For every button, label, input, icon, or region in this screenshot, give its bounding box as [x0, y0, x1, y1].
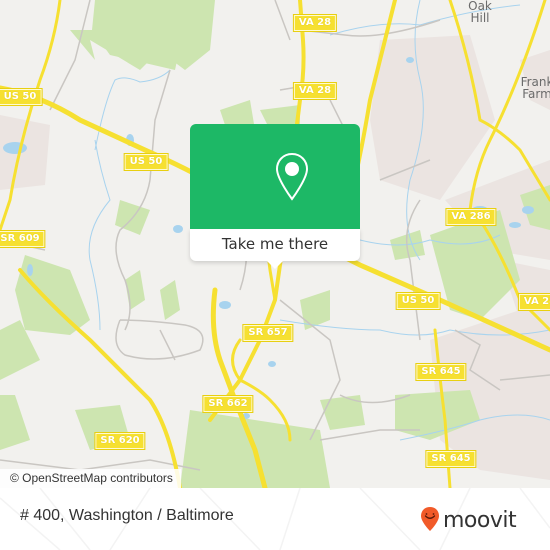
location-popup: Take me there: [190, 124, 360, 269]
footer: # 400, Washington / Baltimore moovit: [0, 488, 550, 550]
place-label-franklin-farm: Frank Farm: [521, 76, 550, 100]
route-shield-va-28: VA 28: [292, 82, 338, 100]
route-shield-sr-645: SR 645: [415, 363, 467, 381]
route-shield-sr-620: SR 620: [94, 432, 146, 450]
route-shield-us-50: US 50: [395, 292, 441, 310]
route-shield-va-28: VA 28: [292, 14, 338, 32]
take-me-there-button[interactable]: Take me there: [190, 229, 360, 261]
place-label-oak-hill: Oak Hill: [468, 0, 492, 24]
moovit-pin-smile-icon: [420, 506, 440, 536]
moovit-wordmark: moovit: [443, 508, 517, 533]
route-shield-va-286: VA 286: [445, 208, 497, 226]
moovit-logo[interactable]: moovit: [420, 506, 517, 536]
route-shield-va-28: VA 28: [517, 293, 550, 311]
route-shield-sr-645: SR 645: [425, 450, 477, 468]
popup-pointer: [267, 261, 283, 269]
route-shield-us-50: US 50: [123, 153, 169, 171]
road-sr-609: [0, 0, 62, 232]
route-shield-sr-657: SR 657: [242, 324, 294, 342]
place-label-line: Hill: [470, 11, 490, 25]
map-attribution[interactable]: © OpenStreetMap contributors: [0, 469, 181, 488]
route-shield-sr-609: SR 609: [0, 230, 46, 248]
place-label-line: Farm: [522, 87, 550, 101]
location-title: # 400, Washington / Baltimore: [20, 507, 234, 524]
route-shield-sr-662: SR 662: [202, 395, 254, 413]
map[interactable]: US 50 US 50 US 50 VA 28 VA 28 VA 286 VA …: [0, 0, 550, 488]
route-shield-us-50: US 50: [0, 88, 43, 106]
popup-header: [190, 124, 360, 229]
